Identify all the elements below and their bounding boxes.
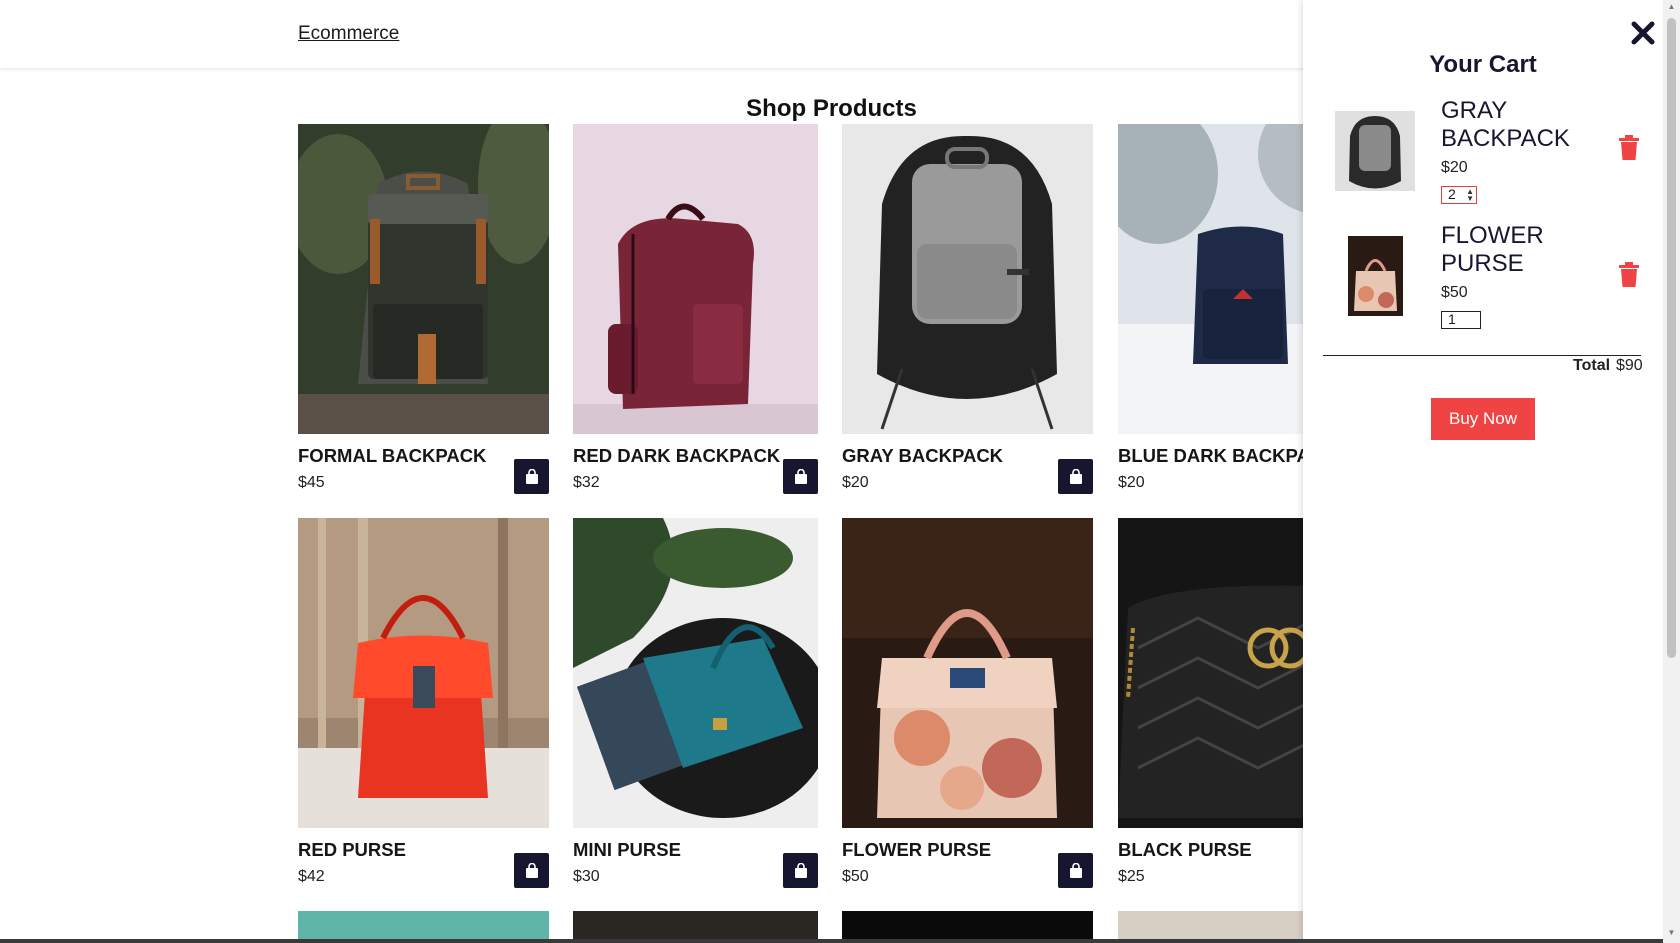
shopping-bag-icon <box>525 468 538 484</box>
close-cart-button[interactable] <box>1628 18 1658 48</box>
cart-item-name: GRAY BACKPACK <box>1441 97 1570 152</box>
remove-item-button[interactable] <box>1618 262 1640 288</box>
product-price: $50 <box>842 868 869 885</box>
product-price: $45 <box>298 474 325 491</box>
product-image[interactable] <box>1118 124 1303 434</box>
cart-divider <box>1323 355 1641 356</box>
product-title: MINI PURSE <box>573 839 681 860</box>
shopping-bag-icon <box>525 862 538 878</box>
product-title: BLUE DARK BACKPACK <box>1118 445 1303 466</box>
product-title: GRAY BACKPACK <box>842 445 1004 466</box>
quantity-value: 1 <box>1448 311 1456 327</box>
product-image[interactable] <box>298 518 549 828</box>
add-to-cart-button[interactable] <box>783 459 818 494</box>
total-value: $90 <box>1616 357 1643 374</box>
product-price: $25 <box>1118 868 1145 885</box>
cart-item-name: FLOWER PURSE <box>1441 222 1544 277</box>
product-card: FLOWER PURSE $50 <box>842 518 1093 888</box>
total-label: Total <box>1573 357 1611 374</box>
add-to-cart-button[interactable] <box>1058 459 1093 494</box>
cart-item: FLOWER PURSE $50 1 <box>1303 222 1663 342</box>
product-price: $30 <box>573 868 600 885</box>
product-card: RED DARK BACKPACK $32 <box>573 124 818 494</box>
trash-icon <box>1619 135 1639 160</box>
cart-item-price: $20 <box>1441 159 1468 176</box>
product-image[interactable] <box>573 124 818 434</box>
product-title: BLACK PURSE <box>1118 839 1252 860</box>
add-to-cart-button[interactable] <box>514 853 549 888</box>
remove-item-button[interactable] <box>1618 135 1640 161</box>
spinner-arrows-icon[interactable]: ▲ ▼ <box>1466 188 1474 203</box>
product-card: BLACK PURSE $25 <box>1118 518 1303 885</box>
product-price: $42 <box>298 868 325 885</box>
bottom-edge <box>0 939 1663 943</box>
quantity-value: 2 <box>1448 186 1456 202</box>
shopping-bag-icon <box>1069 468 1082 484</box>
shopping-bag-icon <box>1069 862 1082 878</box>
add-to-cart-button[interactable] <box>1058 853 1093 888</box>
product-image[interactable] <box>298 124 549 434</box>
product-image[interactable] <box>842 124 1093 434</box>
shopping-bag-icon <box>794 468 807 484</box>
product-image[interactable] <box>842 518 1093 828</box>
add-to-cart-button[interactable] <box>514 459 549 494</box>
product-title: FORMAL BACKPACK <box>298 445 487 466</box>
product-grid: Shop Products FORMAL BACKPACK $45 RED DA… <box>0 0 1303 943</box>
product-card: GRAY BACKPACK $20 <box>842 124 1093 494</box>
product-price: $32 <box>573 474 600 491</box>
cart-item-image <box>1335 111 1415 191</box>
trash-icon <box>1619 262 1639 287</box>
product-title: RED PURSE <box>298 839 406 860</box>
product-image[interactable] <box>1118 518 1303 828</box>
buy-now-button[interactable]: Buy Now <box>1431 398 1535 440</box>
cart-item-image <box>1348 236 1403 316</box>
add-to-cart-button[interactable] <box>783 853 818 888</box>
product-title: FLOWER PURSE <box>842 839 992 860</box>
quantity-input[interactable]: 1 <box>1441 311 1481 329</box>
product-card: BLUE DARK BACKPACK $20 <box>1118 124 1303 491</box>
page-scrollbar[interactable]: ▲ ▼ <box>1663 0 1680 943</box>
product-title: RED DARK BACKPACK <box>573 445 781 466</box>
cart-title: Your Cart <box>1429 51 1537 78</box>
product-card: FORMAL BACKPACK $45 <box>298 124 549 494</box>
cart-panel: Your Cart GRAY BACKPACK $20 2 ▲ ▼ FLOWER… <box>1303 0 1663 943</box>
cart-item: GRAY BACKPACK $20 2 ▲ ▼ <box>1303 97 1663 217</box>
product-card: MINI PURSE $30 <box>573 518 818 888</box>
cart-item-price: $50 <box>1441 284 1468 301</box>
shopping-bag-icon <box>794 862 807 878</box>
quantity-input[interactable]: 2 ▲ ▼ <box>1441 186 1477 204</box>
product-price: $20 <box>1118 474 1145 491</box>
product-card: RED PURSE $42 <box>298 518 549 888</box>
scroll-thumb[interactable] <box>1667 18 1676 658</box>
close-icon <box>1631 21 1655 45</box>
page-title: Shop Products <box>746 95 917 122</box>
scroll-down-icon[interactable]: ▼ <box>1667 928 1676 938</box>
product-price: $20 <box>842 474 869 491</box>
scroll-up-icon[interactable]: ▲ <box>1667 2 1676 12</box>
product-image[interactable] <box>573 518 818 828</box>
